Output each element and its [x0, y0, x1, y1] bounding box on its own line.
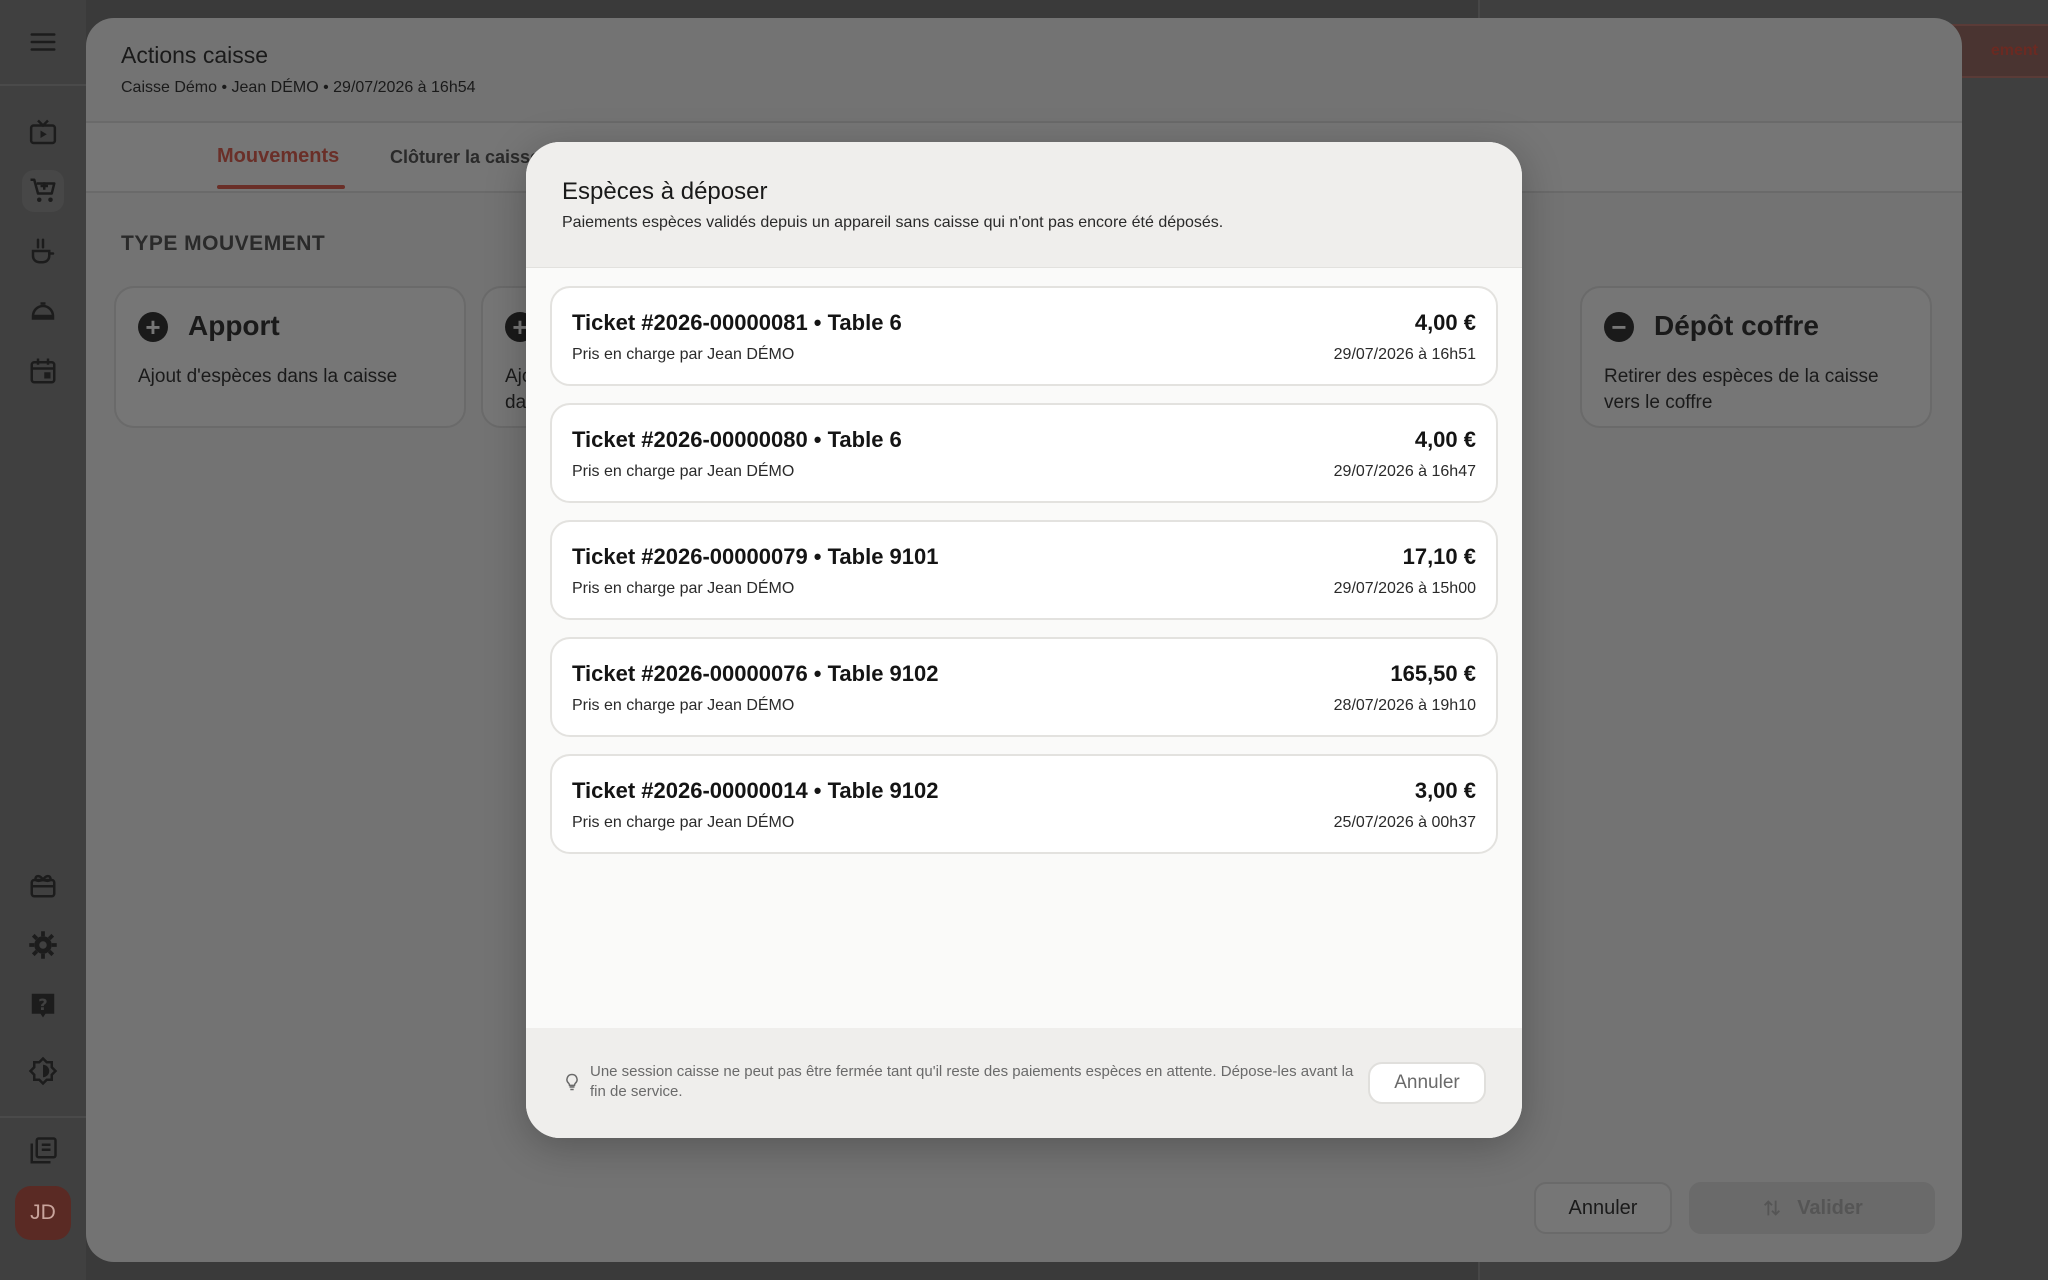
modal-footer: Une session caisse ne peut pas être ferm… [526, 1028, 1522, 1138]
ticket-amount: 4,00 € [1414, 310, 1476, 335]
ticket-amount: 4,00 € [1414, 427, 1476, 452]
sidebar-divider [0, 1116, 86, 1118]
active-tab-indicator [217, 185, 345, 189]
modal-cancel-button[interactable]: Annuler [1368, 1062, 1486, 1104]
cooking-icon[interactable] [22, 230, 64, 272]
room-service-icon[interactable] [22, 290, 64, 332]
validate-label: Valider [1797, 1196, 1863, 1219]
ticket-row[interactable]: Ticket #2026-00000080 • Table 6 Pris en … [550, 403, 1498, 503]
ticket-handler: Pris en charge par Jean DÉMO [572, 814, 795, 831]
movement-card-depot-coffre[interactable]: − Dépôt coffre Retirer des espèces de la… [1580, 286, 1932, 428]
sheet-subtitle: Caisse Démo • Jean DÉMO • 29/07/2026 à 1… [121, 79, 476, 96]
cash-deposit-modal: Espèces à déposer Paiements espèces vali… [526, 142, 1522, 1138]
card-description: Retirer des espèces de la caisse vers le… [1604, 366, 1879, 413]
svg-text:?: ? [38, 995, 47, 1014]
gear-icon[interactable] [22, 924, 64, 966]
card-title: Dépôt coffre [1654, 310, 1819, 341]
section-label: TYPE MOUVEMENT [121, 232, 326, 255]
ticket-row[interactable]: Ticket #2026-00000079 • Table 9101 Pris … [550, 520, 1498, 620]
ticket-amount: 3,00 € [1414, 778, 1476, 803]
cancel-button[interactable]: Annuler [1534, 1182, 1672, 1234]
card-title: Apport [188, 310, 280, 341]
ticket-handler: Pris en charge par Jean DÉMO [572, 697, 795, 714]
brightness-icon[interactable] [22, 1050, 64, 1092]
card-description: Ajout d'espèces dans la caisse [138, 366, 398, 387]
ticket-date: 28/07/2026 à 19h10 [1333, 697, 1476, 714]
ticket-row[interactable]: Ticket #2026-00000076 • Table 9102 Pris … [550, 637, 1498, 737]
cart-add-icon[interactable] [22, 170, 64, 212]
footer-note: Une session caisse ne peut pas être ferm… [590, 1063, 1354, 1100]
ticket-date: 29/07/2026 à 16h51 [1333, 346, 1476, 363]
modal-subtitle: Paiements espèces validés depuis un appa… [562, 214, 1224, 231]
sheet-title: Actions caisse [121, 42, 269, 68]
tv-icon[interactable] [22, 112, 64, 154]
ticket-title: Ticket #2026-00000080 • Table 6 [572, 427, 902, 452]
ticket-title: Ticket #2026-00000014 • Table 9102 [572, 778, 939, 803]
ticket-row[interactable]: Ticket #2026-00000014 • Table 9102 Pris … [550, 754, 1498, 854]
plus-circle-icon: + [138, 312, 168, 342]
sheet-header: Actions caisse Caisse Démo • Jean DÉMO •… [86, 18, 1962, 122]
ticket-amount: 165,50 € [1390, 661, 1476, 686]
cancel-label: Annuler [1568, 1196, 1638, 1219]
calendar-icon[interactable] [22, 350, 64, 392]
library-icon[interactable] [22, 1130, 64, 1172]
modal-cancel-label: Annuler [1394, 1072, 1460, 1093]
tab-mouvements[interactable]: Mouvements [217, 145, 339, 168]
gift-card-icon[interactable] [22, 864, 64, 906]
tab-cloturer[interactable]: Clôturer la caisse [390, 147, 540, 168]
sidebar: ? JD [0, 0, 86, 1280]
ticket-handler: Pris en charge par Jean DÉMO [572, 346, 795, 363]
ticket-handler: Pris en charge par Jean DÉMO [572, 463, 795, 480]
minus-circle-icon: − [1604, 312, 1634, 342]
avatar-initials: JD [30, 1201, 56, 1224]
ticket-title: Ticket #2026-00000079 • Table 9101 [572, 544, 939, 569]
movement-card-apport[interactable]: + Apport Ajout d'espèces dans la caisse [114, 286, 466, 428]
avatar[interactable]: JD [15, 1186, 71, 1240]
lightbulb-icon [566, 1073, 578, 1091]
ticket-date: 29/07/2026 à 15h00 [1333, 580, 1476, 597]
menu-icon[interactable] [22, 21, 64, 63]
ticket-title: Ticket #2026-00000081 • Table 6 [572, 310, 902, 335]
ticket-date: 29/07/2026 à 16h47 [1333, 463, 1476, 480]
background-pill-label: ement [1990, 42, 2038, 59]
validate-button[interactable]: Valider [1689, 1182, 1935, 1234]
modal-title: Espèces à déposer [562, 178, 768, 205]
ticket-date: 25/07/2026 à 00h37 [1333, 814, 1476, 831]
ticket-title: Ticket #2026-00000076 • Table 9102 [572, 661, 939, 686]
modal-header: Espèces à déposer Paiements espèces vali… [526, 142, 1522, 268]
ticket-row[interactable]: Ticket #2026-00000081 • Table 6 Pris en … [550, 286, 1498, 386]
ticket-handler: Pris en charge par Jean DÉMO [572, 580, 795, 597]
swap-vertical-icon [1764, 1200, 1781, 1216]
help-icon[interactable]: ? [22, 984, 64, 1026]
sidebar-divider [0, 84, 86, 86]
ticket-amount: 17,10 € [1402, 544, 1476, 569]
